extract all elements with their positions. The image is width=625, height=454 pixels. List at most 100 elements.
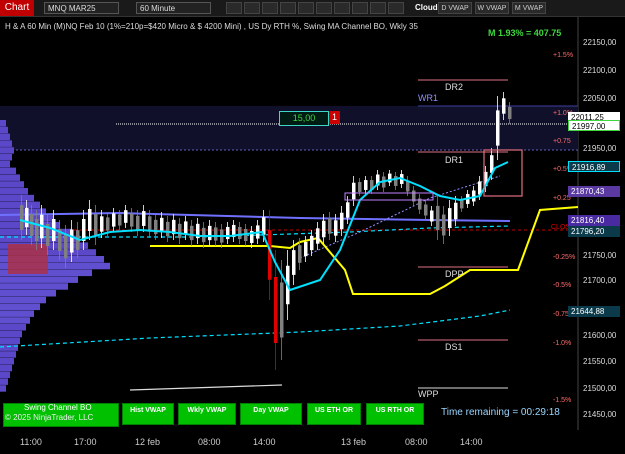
toolbar-button[interactable] — [226, 2, 242, 14]
candle-body — [130, 213, 134, 227]
d-vwap-button[interactable]: D VWAP — [438, 2, 472, 14]
toolbar-button[interactable] — [262, 2, 278, 14]
candle-body — [430, 210, 434, 222]
channel-mid-line — [299, 175, 501, 259]
candle-body — [280, 282, 284, 338]
candle-body — [358, 182, 362, 192]
volume-profile-bar — [0, 317, 30, 324]
candle-body — [364, 180, 368, 190]
pct-label: -0.5% — [553, 282, 572, 289]
price-tick: 21950,00 — [583, 144, 617, 153]
volume-profile-bar — [0, 126, 8, 134]
volume-profile-bar — [0, 147, 14, 154]
level-dr1: DR1 — [445, 155, 464, 165]
pct-label: +0.75 — [553, 138, 571, 145]
candle-body — [208, 225, 212, 241]
volume-profile-highlight — [8, 244, 48, 274]
level-dr2: DR2 — [445, 82, 464, 92]
volume-profile-bar — [0, 310, 34, 317]
candle-body — [316, 228, 320, 244]
candle-body — [454, 202, 458, 220]
candle-body — [64, 234, 68, 259]
candle-body — [142, 211, 146, 226]
pct-label: -1.5% — [553, 397, 572, 404]
price-marker-channel: 21870,43 — [568, 186, 620, 197]
toolbar-button[interactable] — [370, 2, 386, 14]
day-vwap-button[interactable]: Day VWAP — [240, 403, 302, 425]
candle-body — [334, 220, 338, 236]
candle-body — [178, 223, 182, 239]
candle-body — [118, 214, 122, 226]
interval-selector[interactable]: 60 Minute — [136, 2, 211, 14]
candle-body — [442, 214, 446, 236]
time-remaining: Time remaining = 00:29:18 — [441, 407, 560, 418]
toolbar-button[interactable] — [244, 2, 260, 14]
w-vwap-button[interactable]: W VWAP — [475, 2, 509, 14]
volume-profile-bar — [0, 324, 26, 331]
level-dpp: DPP — [445, 269, 464, 279]
toolbar-button[interactable] — [280, 2, 296, 14]
instrument-selector[interactable]: MNQ MAR25 — [44, 2, 119, 14]
us-rth-or-button[interactable]: US RTH OR — [366, 403, 424, 425]
candle-body — [436, 205, 440, 231]
toolbar-button[interactable] — [334, 2, 350, 14]
us-eth-or-button[interactable]: US ETH OR — [307, 403, 361, 425]
pnl-readout: M 1.93% = 407.75 — [488, 28, 562, 38]
candle-body — [508, 106, 512, 120]
toolbar-button[interactable] — [316, 2, 332, 14]
cloud-button[interactable]: Cloud — [415, 1, 438, 15]
price-chart[interactable] — [0, 0, 625, 454]
pct-label: +1.5% — [553, 52, 574, 59]
lower-band-line — [0, 309, 511, 348]
volume-profile-bar — [0, 120, 6, 127]
candle-body — [184, 221, 188, 235]
order-quantity[interactable]: 15,00 — [279, 111, 329, 126]
candle-body — [166, 221, 170, 237]
price-marker-wvwap: 21816,40 — [568, 215, 620, 226]
chart-title: H & A 60 Min (M)NQ Feb 10 (1%=210p=$420 … — [5, 22, 418, 31]
price-tick: 22150,00 — [583, 38, 617, 47]
candle-body — [214, 227, 218, 241]
chart-tab[interactable]: Chart — [0, 0, 34, 16]
candle-body — [100, 216, 104, 232]
candle-body — [124, 210, 128, 223]
wkly-vwap-button[interactable]: Wkly VWAP — [178, 403, 236, 425]
hist-vwap-button[interactable]: Hist VWAP — [122, 403, 174, 425]
volume-profile-bar — [0, 337, 20, 345]
candle-body — [30, 214, 34, 236]
volume-profile-bar — [0, 283, 68, 290]
wpp-trend-line — [129, 384, 283, 391]
volume-profile-bar — [0, 344, 18, 351]
price-tick: 21500,00 — [583, 384, 617, 393]
time-tick: 17:00 — [74, 437, 97, 447]
candle-body — [346, 202, 350, 218]
toolbar-button[interactable] — [352, 2, 368, 14]
volume-profile-bar — [0, 174, 20, 181]
candle-body — [328, 218, 332, 234]
time-tick: 12 feb — [135, 437, 161, 447]
toolbar: Chart MNQ MAR25 60 Minute Cloud D VWAP W… — [0, 0, 625, 17]
order-count-badge[interactable]: 1 — [329, 111, 340, 124]
candle-body — [20, 205, 24, 230]
price-tick: 21700,00 — [583, 276, 617, 285]
candle-body — [394, 176, 398, 186]
m-vwap-button[interactable]: M VWAP — [512, 2, 546, 14]
candle-body — [226, 226, 230, 240]
candle-body — [502, 98, 506, 114]
toolbar-button[interactable] — [298, 2, 314, 14]
candle-body — [310, 235, 314, 251]
price-marker-ema: 21916,89 — [568, 161, 620, 172]
candle-body — [136, 215, 140, 231]
candle-body — [340, 212, 344, 230]
volume-profile-bar — [0, 371, 10, 379]
toolbar-button[interactable] — [388, 2, 404, 14]
volume-profile-bar — [0, 133, 10, 141]
volume-profile-bar — [0, 276, 78, 283]
price-tick: 21750,00 — [583, 251, 617, 260]
candle-body — [322, 220, 326, 238]
candle-body — [148, 216, 152, 232]
volume-profile-bar — [0, 364, 12, 372]
pct-label: -0.25% — [553, 254, 576, 261]
price-marker-current: 21997,00 — [568, 120, 620, 131]
time-tick: 14:00 — [253, 437, 276, 447]
